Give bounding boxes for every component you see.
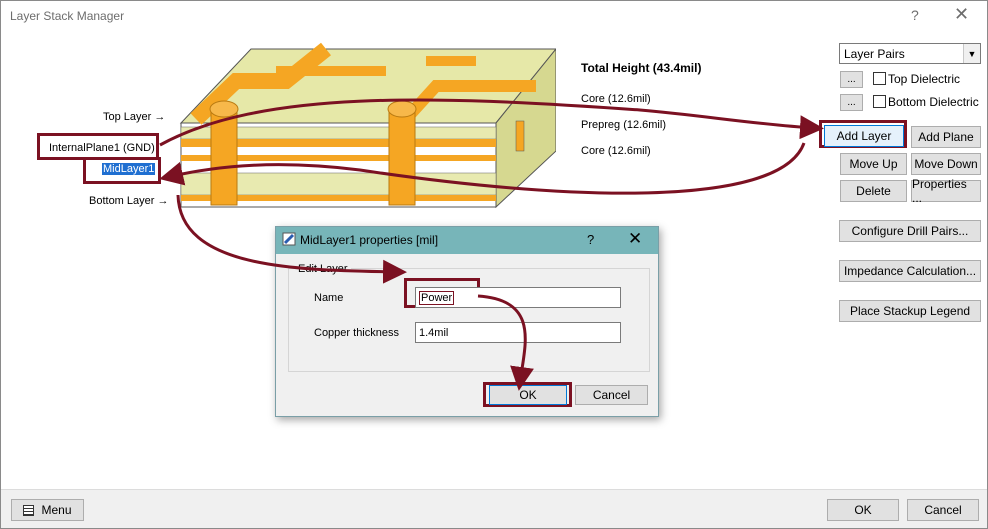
- top-dielectric-ellipsis-button[interactable]: ...: [840, 71, 863, 88]
- copper-thickness-field[interactable]: 1.4mil: [415, 322, 621, 343]
- top-dielectric-label: Top Dielectric: [888, 72, 961, 86]
- bottom-dielectric-ellipsis-button[interactable]: ...: [840, 94, 863, 111]
- stack-right-labels: Total Height (43.4mil) Core (12.6mil) Pr…: [581, 61, 701, 157]
- layer-stack-illustration: Total Height (43.4mil): [179, 42, 556, 209]
- name-label: Name: [314, 292, 344, 304]
- place-stackup-legend-button[interactable]: Place Stackup Legend: [839, 300, 981, 322]
- move-down-button[interactable]: Move Down: [911, 153, 981, 175]
- total-height-label: Total Height (43.4mil): [581, 61, 701, 75]
- menu-label: Menu: [41, 503, 72, 517]
- menu-button[interactable]: Menu: [11, 499, 84, 521]
- dialog-title: MidLayer1 properties [mil]: [300, 233, 439, 247]
- properties-button[interactable]: Properties ...: [911, 177, 981, 205]
- dialog-help-icon[interactable]: ?: [587, 232, 594, 247]
- mid-layer-label[interactable]: MidLayer1: [102, 163, 156, 175]
- menu-icon: [23, 504, 35, 516]
- configure-drill-pairs-button[interactable]: Configure Drill Pairs...: [839, 220, 981, 242]
- bottom-dielectric-checkbox[interactable]: [873, 95, 886, 108]
- copper-thickness-label: Copper thickness: [314, 327, 399, 339]
- dialog-close-icon[interactable]: ✕: [628, 229, 642, 249]
- midlayer-properties-dialog: MidLayer1 properties [mil] ? ✕ Edit Laye…: [275, 226, 659, 417]
- add-plane-button[interactable]: Add Plane: [911, 126, 981, 148]
- add-layer-button[interactable]: Add Layer: [824, 125, 904, 147]
- move-up-button[interactable]: Move Up: [840, 153, 907, 175]
- core-label-2: Core (12.6mil): [581, 145, 651, 157]
- core-label-1: Core (12.6mil): [581, 93, 651, 105]
- prepreg-label: Prepreg (12.6mil): [581, 119, 666, 131]
- title-bar: Layer Stack Manager ? ✕: [1, 1, 987, 31]
- dialog-title-bar: MidLayer1 properties [mil] ? ✕: [276, 227, 658, 254]
- internal-plane-label[interactable]: InternalPlane1 (GND): [49, 142, 155, 154]
- bottom-dielectric-label: Bottom Dielectric: [888, 95, 979, 109]
- help-icon[interactable]: ?: [911, 7, 919, 23]
- dialog-ok-button[interactable]: OK: [489, 385, 567, 405]
- top-layer-label: Top Layer →: [103, 111, 166, 123]
- edit-layer-caption: Edit Layer: [295, 263, 351, 275]
- top-dielectric-checkbox[interactable]: [873, 72, 886, 85]
- ok-button[interactable]: OK: [827, 499, 899, 521]
- cancel-button[interactable]: Cancel: [907, 499, 979, 521]
- name-field[interactable]: Power: [415, 287, 621, 308]
- bottom-bar: Menu OK Cancel: [1, 489, 987, 528]
- dialog-cancel-button[interactable]: Cancel: [575, 385, 648, 405]
- delete-button[interactable]: Delete: [840, 180, 907, 202]
- bottom-layer-label: Bottom Layer →: [89, 195, 169, 207]
- impedance-calculation-button[interactable]: Impedance Calculation...: [839, 260, 981, 282]
- close-icon[interactable]: ✕: [954, 4, 969, 25]
- layer-pairs-select[interactable]: Layer Pairs ▼: [839, 43, 981, 64]
- pencil-icon: [282, 232, 296, 246]
- chevron-down-icon[interactable]: ▼: [963, 44, 980, 63]
- window-title: Layer Stack Manager: [10, 9, 125, 23]
